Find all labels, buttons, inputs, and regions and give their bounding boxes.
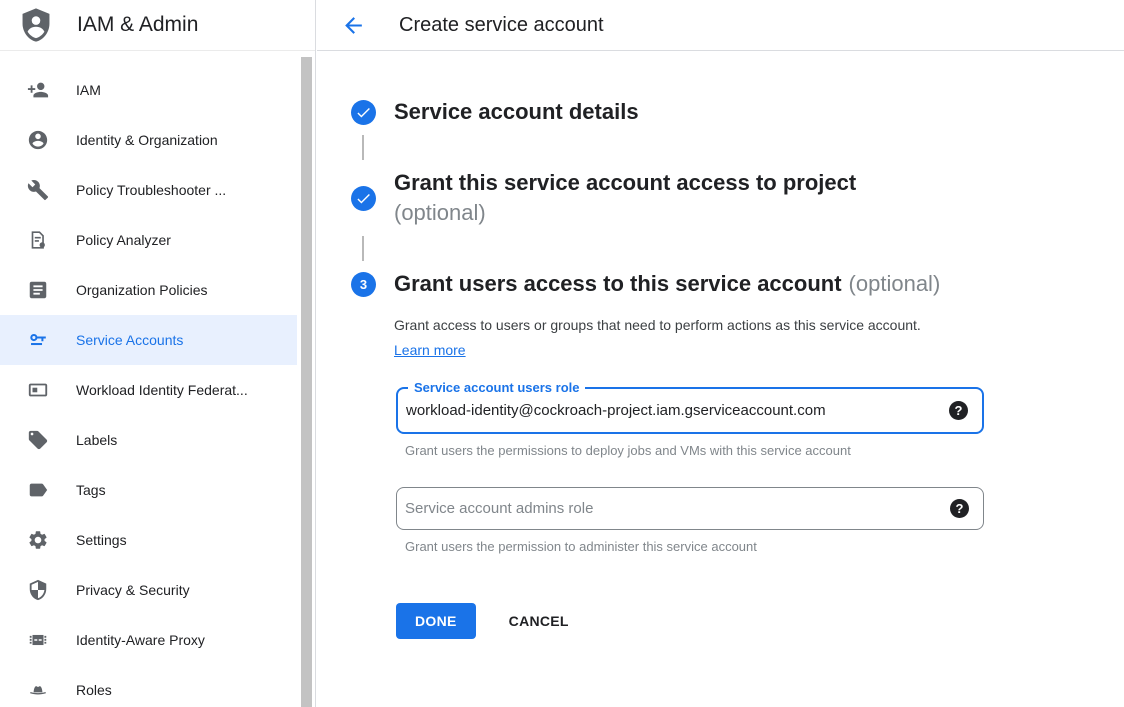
article-icon bbox=[27, 279, 49, 301]
step-3-description: Grant access to users or groups that nee… bbox=[394, 313, 939, 363]
help-icon[interactable]: ? bbox=[949, 401, 968, 420]
sidebar-item-label: Organization Policies bbox=[76, 282, 208, 298]
admins-role-input[interactable] bbox=[397, 500, 950, 517]
sidebar-nav: IAM Identity & Organization Policy Troub… bbox=[0, 51, 315, 707]
step-3-number: 3 bbox=[360, 277, 367, 292]
sidebar-item-policy-troubleshooter[interactable]: Policy Troubleshooter ... bbox=[0, 165, 297, 215]
step-2-title: Grant this service account access to pro… bbox=[394, 168, 856, 198]
step-2-optional-label: (optional) bbox=[394, 198, 856, 228]
step-1-service-account-details[interactable]: Service account details bbox=[351, 97, 1124, 127]
sidebar-header: IAM & Admin bbox=[0, 0, 315, 51]
topbar: Create service account bbox=[317, 0, 1124, 51]
sidebar-item-label: IAM bbox=[76, 82, 101, 98]
step-3-number-badge: 3 bbox=[351, 272, 376, 297]
step-complete-check-icon bbox=[351, 186, 376, 211]
tag-icon bbox=[27, 429, 49, 451]
id-card-icon bbox=[27, 379, 49, 401]
step-1-title: Service account details bbox=[394, 97, 639, 127]
step-3-optional-label: (optional) bbox=[849, 271, 941, 296]
wrench-icon bbox=[27, 179, 49, 201]
sidebar-item-label: Identity & Organization bbox=[76, 132, 218, 148]
iam-admin-shield-icon bbox=[17, 6, 55, 44]
person-add-icon bbox=[27, 79, 49, 101]
step-complete-check-icon bbox=[351, 100, 376, 125]
sidebar-item-settings[interactable]: Settings bbox=[0, 515, 297, 565]
sidebar-item-policy-analyzer[interactable]: Policy Analyzer bbox=[0, 215, 297, 265]
sidebar-item-identity-organization[interactable]: Identity & Organization bbox=[0, 115, 297, 165]
sidebar-item-label: Privacy & Security bbox=[76, 582, 190, 598]
sidebar: IAM & Admin IAM Identity & Organization bbox=[0, 0, 316, 707]
sidebar-scrollbar[interactable] bbox=[301, 57, 312, 707]
create-service-account-form: Service account details Grant this servi… bbox=[317, 51, 1124, 639]
back-button[interactable] bbox=[341, 13, 366, 38]
sidebar-item-tags[interactable]: Tags bbox=[0, 465, 297, 515]
users-role-helper-text: Grant users the permissions to deploy jo… bbox=[405, 443, 1124, 458]
shield-half-icon bbox=[27, 579, 49, 601]
form-actions: DONE CANCEL bbox=[396, 603, 1124, 639]
step-3-content: Grant access to users or groups that nee… bbox=[394, 313, 1124, 639]
service-account-key-icon bbox=[27, 329, 49, 351]
users-role-input[interactable] bbox=[398, 402, 949, 419]
learn-more-link[interactable]: Learn more bbox=[394, 342, 466, 358]
sidebar-item-roles[interactable]: Roles bbox=[0, 665, 297, 707]
admins-role-field: ? bbox=[396, 487, 984, 530]
sidebar-item-label: Identity-Aware Proxy bbox=[76, 632, 205, 648]
users-role-field-block: Service account users role ? Grant users… bbox=[396, 387, 1124, 458]
page-title: Create service account bbox=[399, 14, 604, 37]
sidebar-item-label: Tags bbox=[76, 482, 106, 498]
arrow-back-icon bbox=[341, 13, 366, 38]
step-3-grant-users-access[interactable]: 3 Grant users access to this service acc… bbox=[351, 269, 1124, 299]
document-gear-icon bbox=[27, 229, 49, 251]
users-role-field: Service account users role ? bbox=[396, 387, 984, 434]
account-circle-icon bbox=[27, 129, 49, 151]
admins-role-field-block: ? Grant users the permission to administ… bbox=[396, 487, 1124, 554]
sidebar-item-label: Settings bbox=[76, 532, 127, 548]
sidebar-item-label: Workload Identity Federat... bbox=[76, 382, 248, 398]
step-connector bbox=[362, 135, 364, 160]
sidebar-item-label: Labels bbox=[76, 432, 117, 448]
hat-icon bbox=[27, 679, 49, 701]
sidebar-item-label: Policy Troubleshooter ... bbox=[76, 182, 226, 198]
sidebar-item-iam[interactable]: IAM bbox=[0, 65, 297, 115]
sidebar-item-label: Service Accounts bbox=[76, 332, 183, 348]
proxy-chip-icon bbox=[27, 629, 49, 651]
help-icon[interactable]: ? bbox=[950, 499, 969, 518]
sidebar-item-identity-aware-proxy[interactable]: Identity-Aware Proxy bbox=[0, 615, 297, 665]
main-panel: Create service account Service account d… bbox=[317, 0, 1124, 707]
step-2-grant-access-to-project[interactable]: Grant this service account access to pro… bbox=[351, 168, 1124, 228]
done-button[interactable]: DONE bbox=[396, 603, 476, 639]
sidebar-item-label: Policy Analyzer bbox=[76, 232, 171, 248]
step-connector bbox=[362, 236, 364, 261]
label-icon bbox=[27, 479, 49, 501]
step-3-title: Grant users access to this service accou… bbox=[394, 271, 842, 296]
admins-role-helper-text: Grant users the permission to administer… bbox=[405, 539, 1124, 554]
sidebar-item-privacy-security[interactable]: Privacy & Security bbox=[0, 565, 297, 615]
sidebar-item-organization-policies[interactable]: Organization Policies bbox=[0, 265, 297, 315]
cancel-button[interactable]: CANCEL bbox=[509, 613, 569, 629]
sidebar-item-label: Roles bbox=[76, 682, 112, 698]
gear-icon bbox=[27, 529, 49, 551]
sidebar-item-service-accounts[interactable]: Service Accounts bbox=[0, 315, 297, 365]
sidebar-item-workload-identity-federation[interactable]: Workload Identity Federat... bbox=[0, 365, 297, 415]
product-title: IAM & Admin bbox=[77, 13, 198, 37]
users-role-label: Service account users role bbox=[408, 380, 585, 395]
gcp-console: IAM & Admin IAM Identity & Organization bbox=[0, 0, 1124, 707]
sidebar-item-labels[interactable]: Labels bbox=[0, 415, 297, 465]
